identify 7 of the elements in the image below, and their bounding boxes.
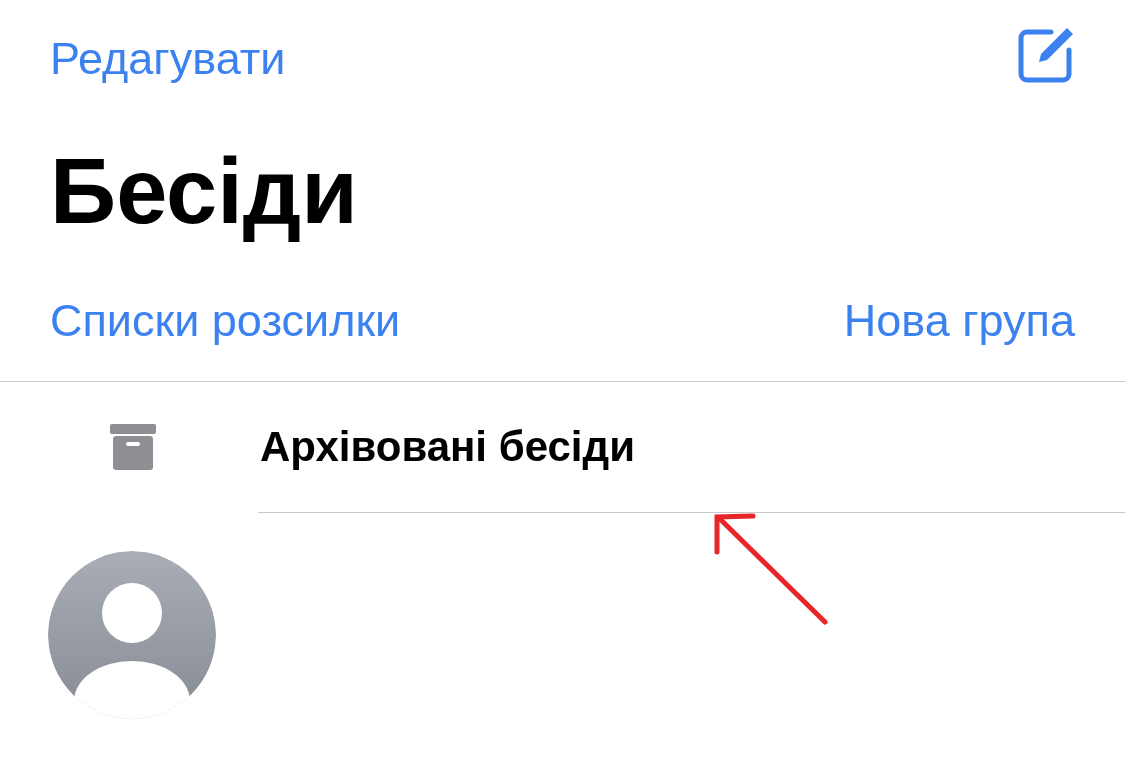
archive-icon bbox=[110, 424, 156, 470]
archived-chats-row[interactable]: Архівовані бесіди bbox=[0, 382, 1125, 512]
broadcast-lists-link[interactable]: Списки розсилки bbox=[50, 295, 401, 347]
new-group-link[interactable]: Нова група bbox=[843, 295, 1075, 347]
page-title: Бесіди bbox=[49, 139, 359, 244]
edit-link[interactable]: Редагувати bbox=[50, 33, 286, 85]
avatar-icon bbox=[48, 551, 216, 719]
